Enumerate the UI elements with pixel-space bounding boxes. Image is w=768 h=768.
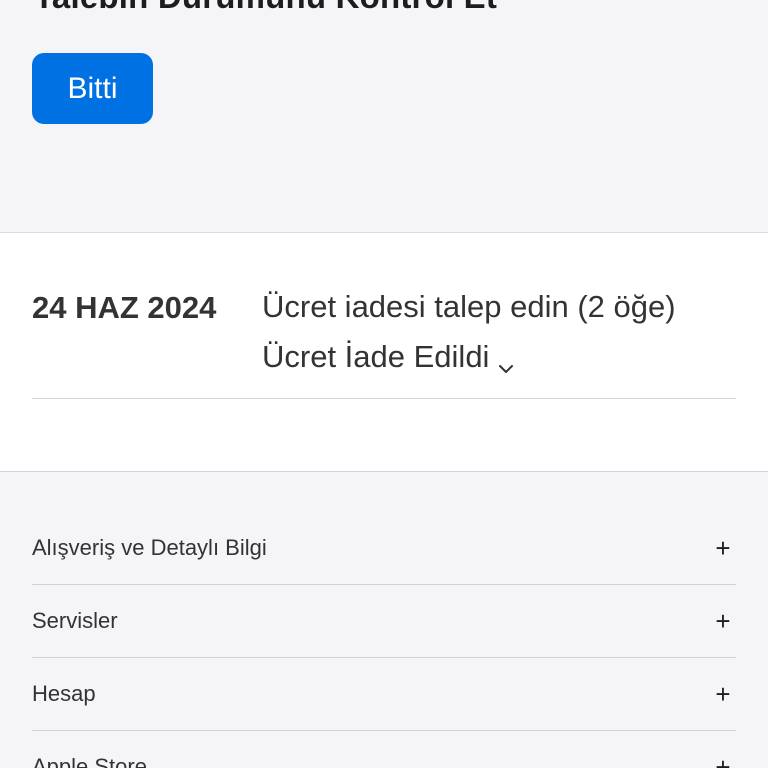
accordion-label: Hesap [32,681,96,706]
accordion-label: Servisler [32,608,118,633]
page: Talebin Durumunu Kontrol Et Bitti 24 HAZ… [0,0,768,768]
request-section: 24 HAZ 2024 Ücret iadesi talep edin (2 ö… [0,234,768,472]
plus-icon: + [715,606,731,636]
done-button[interactable]: Bitti [32,53,153,124]
accordion-item-shopping[interactable]: Alışveriş ve Detaylı Bilgi + [32,512,736,585]
request-description: Ücret iadesi talep edin (2 öğe) [262,289,676,324]
accordion-item-services[interactable]: Servisler + [32,585,736,658]
request-status-toggle[interactable]: Ücret İade Edildi [262,339,515,375]
accordion-item-account[interactable]: Hesap + [32,658,736,731]
divider [32,398,736,399]
plus-icon: + [715,679,731,709]
accordion-label: Alışveriş ve Detaylı Bilgi [32,535,267,560]
request-status-label: Ücret İade Edildi [262,339,490,374]
page-title: Talebin Durumunu Kontrol Et [34,0,497,16]
footer-accordion: Alışveriş ve Detaylı Bilgi + Servisler +… [0,471,768,768]
chevron-down-icon [497,350,515,373]
plus-icon: + [715,533,731,563]
accordion-label: Apple Store [32,754,147,768]
accordion-item-apple-store[interactable]: Apple Store + [32,731,736,768]
request-date: 24 HAZ 2024 [32,290,217,325]
header: Talebin Durumunu Kontrol Et Bitti [0,0,768,233]
plus-icon: + [715,752,731,768]
